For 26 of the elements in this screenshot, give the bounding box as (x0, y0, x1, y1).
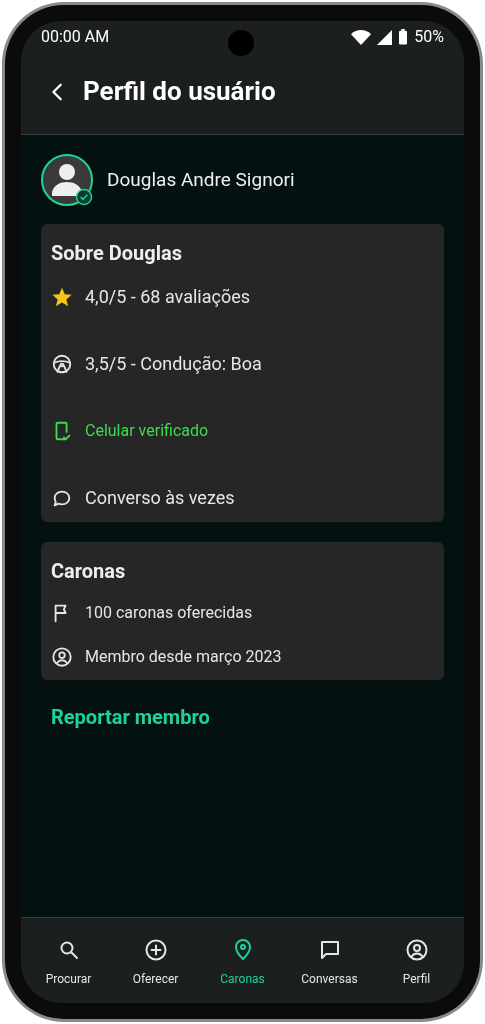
plus-circle-icon (143, 938, 168, 962)
card-title: Caronas (51, 558, 127, 585)
info-text: Converso às vezes (85, 486, 235, 510)
battery-level: 50% (414, 26, 444, 48)
report-member-link[interactable]: Reportar membro (51, 702, 210, 732)
info-text: Membro desde março 2023 (85, 646, 282, 668)
camera-hole (228, 30, 254, 56)
wifi-icon (351, 29, 372, 45)
page-title: Perfil do usuário (83, 75, 276, 108)
user-circle-icon (51, 646, 73, 668)
status-time: 00:00 AM (41, 26, 110, 48)
info-text: 4,0/5 - 68 avaliações (85, 285, 251, 309)
steering-wheel-icon (51, 352, 73, 375)
nav-tab[interactable]: Caronas (202, 938, 283, 988)
nav-tab[interactable]: Conversas (289, 938, 370, 988)
nav-tab[interactable]: Oferecer (115, 938, 196, 988)
user-name: Douglas Andre Signori (107, 166, 295, 193)
info-text: 3,5/5 - Condução: Boa (85, 352, 262, 376)
user-circle-icon (404, 938, 429, 962)
info-text: Celular verificado (85, 419, 209, 442)
battery-icon (398, 29, 409, 45)
nav-tab[interactable]: Perfil (376, 938, 457, 988)
card-title: Sobre Douglas (51, 240, 183, 267)
nav-tab[interactable]: Procurar (28, 938, 109, 988)
signal-icon (377, 29, 393, 45)
info-text: 100 caronas oferecidas (85, 602, 253, 624)
